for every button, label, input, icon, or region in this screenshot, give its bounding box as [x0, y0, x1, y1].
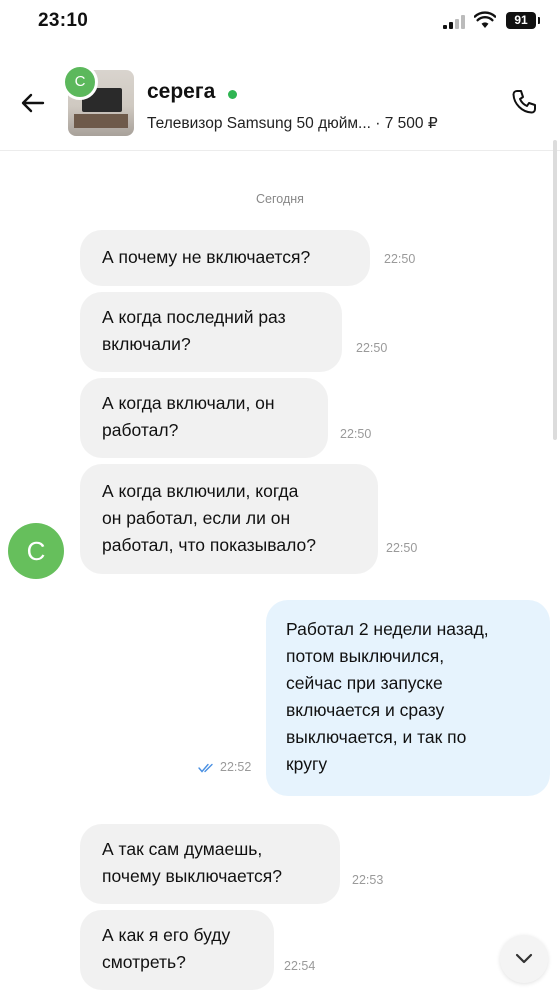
arrow-left-icon[interactable] [18, 88, 48, 118]
message-text: потом выключился, [286, 646, 445, 666]
message-text: Работал 2 недели назад, [286, 619, 489, 639]
wifi-icon [474, 11, 496, 28]
message-time: 22:53 [352, 873, 384, 887]
double-check-icon [198, 763, 213, 773]
message-bubble-incoming[interactable]: А почему не включается? [80, 230, 370, 286]
message-time: 22:52 [220, 760, 252, 774]
message-text: смотреть? [102, 952, 186, 972]
message-text: включали? [102, 334, 191, 354]
message-text: сейчас при запуске [286, 673, 443, 693]
scroll-to-bottom-button[interactable] [500, 935, 548, 983]
tv-stand-image [74, 114, 128, 128]
message-bubble-incoming[interactable]: А когда включали, он работал? [80, 378, 328, 458]
date-separator: Сегодня [256, 192, 304, 206]
scrollbar[interactable] [553, 140, 557, 440]
message-time: 22:54 [284, 959, 316, 973]
status-time: 23:10 [38, 10, 89, 31]
message-text: А как я его буду [102, 925, 231, 945]
header-divider [0, 150, 560, 151]
cellular-signal-icon [443, 15, 465, 29]
phone-icon[interactable] [510, 88, 538, 116]
message-text: включается и сразу [286, 700, 445, 720]
message-bubble-incoming[interactable]: А когда включили, когда он работал, если… [80, 464, 378, 574]
contact-avatar[interactable]: С [62, 64, 98, 100]
message-time: 22:50 [384, 252, 416, 266]
message-text: А так сам думаешь, [102, 839, 263, 859]
chat-header: С серега Телевизор Samsung 50 дюйм... · … [0, 54, 560, 154]
message-text: работал, что показывало? [102, 535, 316, 555]
status-bar: 23:10 91 [0, 0, 560, 46]
message-text: кругу [286, 754, 328, 774]
message-time: 22:50 [340, 427, 372, 441]
message-text: А почему не включается? [102, 247, 311, 267]
message-text: почему выключается? [102, 866, 282, 886]
sender-avatar[interactable]: С [8, 523, 64, 579]
message-bubble-incoming[interactable]: А когда последний раз включали? [80, 292, 342, 372]
message-bubble-incoming[interactable]: А как я его буду смотреть? [80, 910, 274, 990]
battery-icon: 91 [506, 12, 540, 29]
message-time: 22:50 [356, 341, 388, 355]
message-text: работал? [102, 420, 179, 440]
message-text: выключается, и так по [286, 727, 467, 747]
message-text: А когда последний раз [102, 307, 286, 327]
message-bubble-outgoing[interactable]: Работал 2 недели назад, потом выключился… [266, 600, 550, 796]
chevron-down-icon [515, 953, 533, 964]
online-indicator [228, 90, 237, 99]
message-time: 22:50 [386, 541, 418, 555]
message-text: он работал, если ли он [102, 508, 291, 528]
message-bubble-incoming[interactable]: А так сам думаешь, почему выключается? [80, 824, 340, 904]
message-text: А когда включали, он [102, 393, 275, 413]
listing-title[interactable]: Телевизор Samsung 50 дюйм... · 7 500 ₽ [147, 114, 438, 133]
message-text: А когда включили, когда [102, 481, 299, 501]
contact-name[interactable]: серега [147, 80, 215, 104]
